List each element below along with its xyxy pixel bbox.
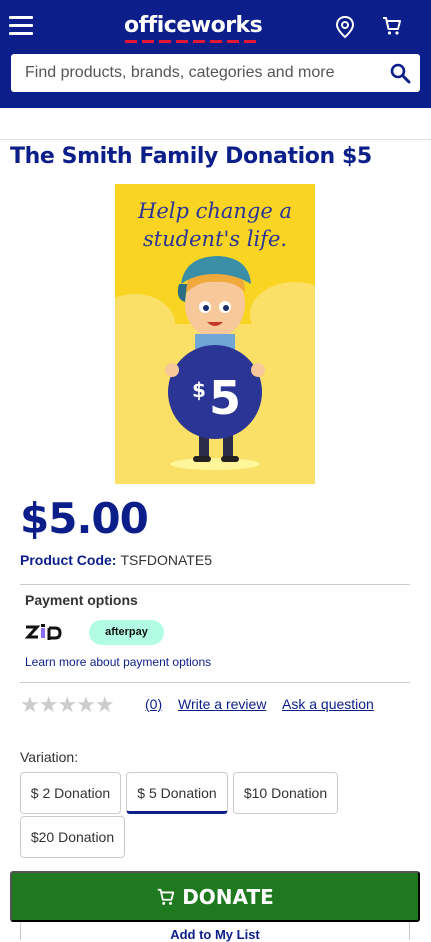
ask-question-link[interactable]: Ask a question <box>282 696 374 712</box>
cart-icon <box>158 888 175 905</box>
menu-icon[interactable] <box>9 16 33 36</box>
variation-option-2[interactable]: $ 2 Donation <box>20 772 121 814</box>
review-count-link[interactable]: (0) <box>145 696 162 712</box>
variation-label: Variation: <box>20 749 79 765</box>
payment-options-title: Payment options <box>25 592 138 608</box>
write-review-link[interactable]: Write a review <box>178 696 266 712</box>
product-title: The Smith Family Donation $5 <box>10 144 372 169</box>
donate-button[interactable]: DONATE <box>10 871 420 922</box>
image-headline-2: student's life. <box>143 227 287 251</box>
add-to-list-button[interactable]: Add to My List <box>20 920 410 942</box>
search-input[interactable] <box>11 54 371 92</box>
variation-option-5-selected[interactable]: $ 5 Donation <box>126 772 228 814</box>
product-price: $5.00 <box>20 494 149 543</box>
rating-stars: ★★★★★ <box>20 692 115 717</box>
product-image[interactable]: Help change a student's life. $ 5 <box>115 184 315 484</box>
site-header: officeworks <box>0 0 431 108</box>
divider <box>20 682 410 683</box>
officeworks-logo[interactable]: officeworks <box>124 13 263 38</box>
search-bar <box>11 54 420 92</box>
product-code-value: TSFDONATE5 <box>120 552 212 568</box>
breadcrumb-bar <box>0 108 431 140</box>
product-code-label: Product Code: <box>20 552 117 568</box>
logo-underline <box>125 40 261 43</box>
image-currency: $ <box>192 378 206 402</box>
search-icon[interactable] <box>390 63 411 84</box>
zip-logo <box>24 624 69 645</box>
learn-more-payment-link[interactable]: Learn more about payment options <box>25 655 211 669</box>
image-amount: 5 <box>209 371 241 425</box>
afterpay-badge: afterpay <box>89 620 164 645</box>
donate-label: DONATE <box>182 884 274 909</box>
image-headline-1: Help change a <box>137 199 292 223</box>
product-code: Product Code: TSFDONATE5 <box>20 552 212 568</box>
store-locator-icon[interactable] <box>334 15 356 39</box>
cart-icon[interactable] <box>381 15 403 37</box>
variation-option-10[interactable]: $10 Donation <box>233 772 338 814</box>
variation-option-20[interactable]: $20 Donation <box>20 816 125 858</box>
divider <box>20 584 410 585</box>
